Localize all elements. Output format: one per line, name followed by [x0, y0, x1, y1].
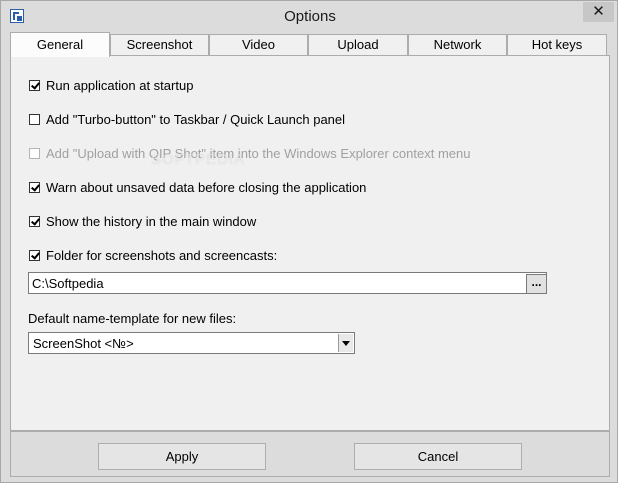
tab-upload[interactable]: Upload: [308, 34, 408, 55]
option-label: Add "Upload with QIP Shot" item into the…: [46, 146, 471, 161]
tab-screenshot[interactable]: Screenshot: [110, 34, 209, 55]
apply-button[interactable]: Apply: [98, 443, 266, 470]
cancel-button[interactable]: Cancel: [354, 443, 522, 470]
dialog-footer: Apply Cancel: [10, 431, 610, 477]
name-template-label: Default name-template for new files:: [28, 311, 237, 326]
tab-video[interactable]: Video: [209, 34, 308, 55]
option-label: Add "Turbo-button" to Taskbar / Quick La…: [46, 112, 346, 127]
name-template-value: ScreenShot <№>: [33, 336, 134, 351]
name-template-select[interactable]: ScreenShot <№>: [28, 332, 355, 354]
folder-path-value: C:\Softpedia: [32, 276, 104, 291]
tab-hot-keys[interactable]: Hot keys: [507, 34, 607, 55]
option-label: Run application at startup: [46, 78, 194, 93]
checkbox-screenshot-folder[interactable]: [29, 250, 40, 261]
title-bar[interactable]: Options ✕: [1, 1, 617, 31]
checkbox-explorer-context-menu: [29, 148, 40, 159]
general-tab-panel: Run application at startup Add "Turbo-bu…: [10, 55, 610, 431]
window-title: Options: [284, 8, 336, 25]
options-window: Options ✕ General Screenshot Video Uploa…: [0, 0, 618, 483]
close-button[interactable]: ✕: [583, 2, 614, 22]
option-label: Warn about unsaved data before closing t…: [46, 180, 367, 195]
tab-general[interactable]: General: [10, 32, 110, 57]
checkbox-turbo-button[interactable]: [29, 114, 40, 125]
chevron-down-icon[interactable]: [338, 334, 353, 352]
option-label: Show the history in the main window: [46, 214, 257, 229]
checkbox-warn-unsaved[interactable]: [29, 182, 40, 193]
option-label: Folder for screenshots and screencasts:: [46, 248, 278, 263]
checkbox-run-at-startup[interactable]: [29, 80, 40, 91]
browse-folder-button[interactable]: ...: [526, 274, 547, 294]
checkbox-show-history[interactable]: [29, 216, 40, 227]
tab-network[interactable]: Network: [408, 34, 507, 55]
folder-path-input[interactable]: C:\Softpedia: [28, 272, 547, 294]
